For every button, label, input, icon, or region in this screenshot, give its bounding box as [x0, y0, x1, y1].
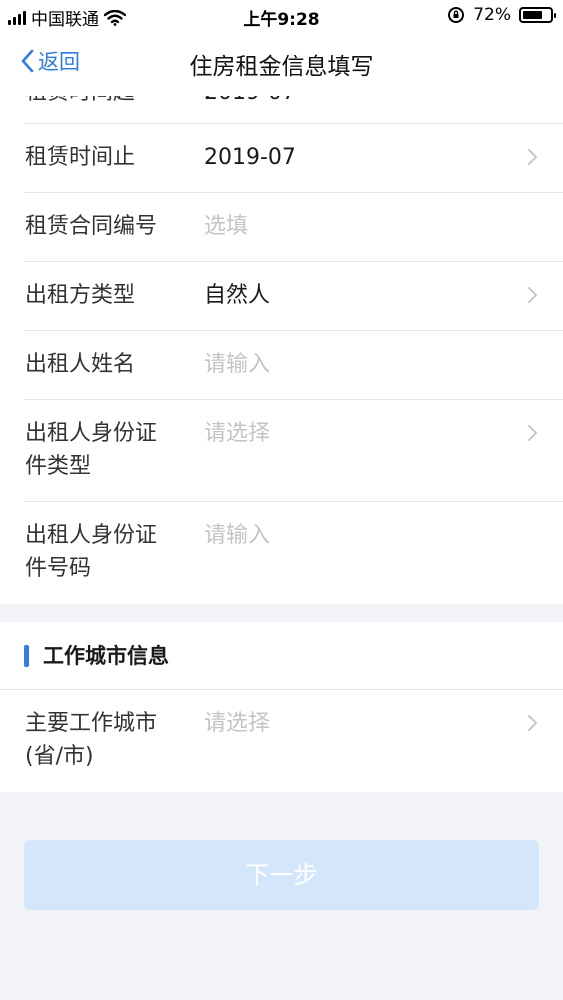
rental-form-section: 租赁时间起 2019-07 租赁时间止 2019-07 租赁合同编号 选填 出租…	[0, 96, 563, 604]
status-right: 72%	[447, 5, 556, 25]
row-label: 租赁时间起	[25, 96, 135, 109]
lessor-name-input[interactable]: 请输入	[204, 348, 270, 381]
work-city-section: 工作城市信息 主要工作城市 (省/市) 请选择	[0, 622, 563, 792]
row-label: 租赁合同编号	[25, 214, 158, 239]
chevron-right-icon	[528, 715, 538, 731]
chevron-right-icon	[528, 287, 538, 303]
form-row-contract-number[interactable]: 租赁合同编号 选填	[0, 193, 563, 262]
battery-level	[523, 11, 542, 19]
form-row-lease-start[interactable]: 租赁时间起 2019-07	[0, 96, 563, 124]
row-label-line2: 件类型	[25, 454, 92, 479]
form-row-lessor-type[interactable]: 出租方类型 自然人	[0, 262, 563, 331]
battery-percent: 72%	[473, 5, 511, 25]
rotation-lock-icon	[448, 7, 465, 23]
row-label-line1: 主要工作城市	[25, 711, 158, 736]
section-title: 工作城市信息	[43, 644, 169, 668]
row-label-line1: 出租人身份证	[25, 421, 158, 446]
row-value: 自然人	[204, 283, 271, 308]
form-row-lessor-id-type[interactable]: 出租人身份证 件类型 请选择	[0, 400, 563, 502]
contract-number-input[interactable]: 选填	[204, 210, 248, 243]
form-row-lessor-name[interactable]: 出租人姓名 请输入	[0, 331, 563, 400]
lessor-id-number-input[interactable]: 请输入	[204, 519, 270, 552]
chevron-right-icon	[528, 425, 538, 441]
status-bar: 中国联通 上午9:28 72%	[0, 0, 563, 32]
nav-bar: 返回 住房租金信息填写	[0, 32, 563, 96]
form-row-lease-end[interactable]: 租赁时间止 2019-07	[0, 124, 563, 193]
page-title: 住房租金信息填写	[189, 54, 374, 80]
form-row-lessor-id-number[interactable]: 出租人身份证 件号码 请输入	[0, 502, 563, 604]
row-label-line2: (省/市)	[25, 744, 94, 769]
next-step-button[interactable]: 下一步	[24, 840, 539, 910]
section-accent-bar	[24, 645, 29, 667]
chevron-right-icon	[528, 149, 538, 165]
form-row-work-city[interactable]: 主要工作城市 (省/市) 请选择	[0, 690, 563, 792]
work-city-select[interactable]: 请选择	[204, 707, 270, 740]
lessor-id-type-select[interactable]: 请选择	[204, 417, 270, 450]
section-header: 工作城市信息	[0, 622, 563, 690]
row-value: 2019-07	[204, 145, 296, 170]
battery-icon	[519, 7, 556, 23]
row-label: 出租方类型	[25, 283, 136, 308]
row-label-line2: 件号码	[25, 556, 92, 581]
row-label: 租赁时间止	[25, 145, 136, 170]
row-label: 出租人姓名	[25, 352, 136, 377]
row-value: 2019-07	[204, 96, 296, 109]
row-label-line1: 出租人身份证	[25, 523, 158, 548]
